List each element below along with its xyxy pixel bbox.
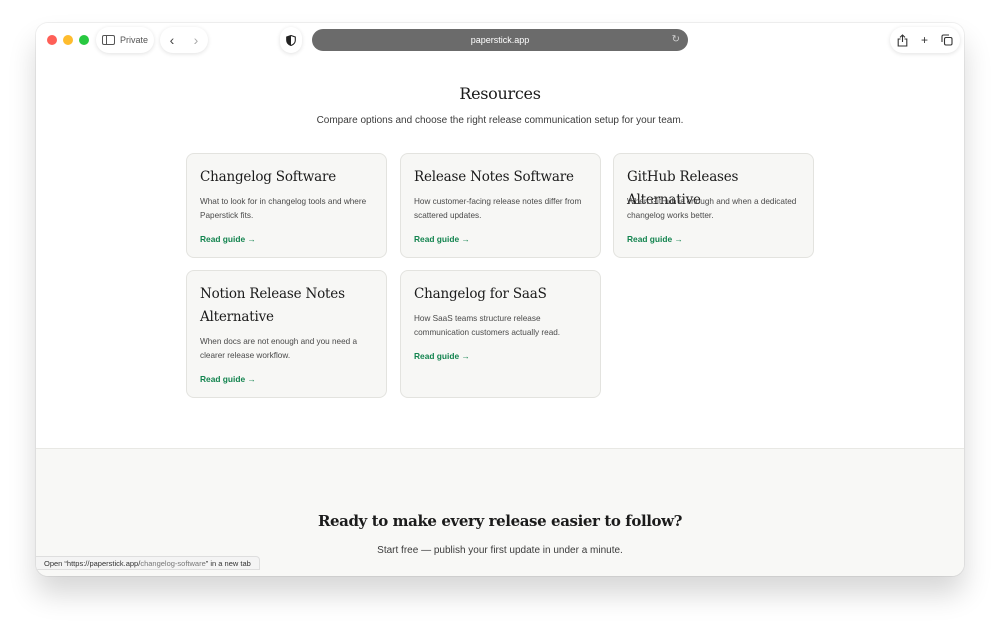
read-guide-link[interactable]: Read guide → [627,234,683,244]
new-tab-plus-icon[interactable]: + [921,34,928,46]
private-label: Private [120,35,149,45]
card-description: How customer-facing release notes differ… [414,197,582,220]
resource-card-notion-release-notes-alternative[interactable]: Notion Release Notes Alternative When do… [186,270,387,398]
forward-chevron-icon[interactable]: › [194,33,199,47]
read-guide-link[interactable]: Read guide → [414,351,470,361]
address-bar[interactable]: paperstick.app ↻ [312,29,688,51]
read-guide-link[interactable]: Read guide → [200,234,256,244]
back-chevron-icon[interactable]: ‹ [170,33,175,47]
url-text: paperstick.app [470,35,530,45]
status-path: changelog-software [140,559,206,568]
close-window-button[interactable] [47,35,57,45]
card-description: How SaaS teams structure release communi… [414,314,561,337]
resources-subtitle: Compare options and choose the right rel… [316,115,684,126]
toolbar-actions: + [890,27,960,53]
link-status-bar: Open “https://paperstick.app/changelog-s… [36,556,260,570]
card-title: Release Notes Software [414,169,574,185]
status-suffix: ” in a new tab [205,559,251,568]
sidebar-toggle-button[interactable]: Private [96,27,154,53]
card-description: When GitHub is enough and when a dedicat… [627,197,797,220]
share-icon[interactable] [897,33,908,47]
tab-overview-icon[interactable] [941,34,953,46]
shield-icon [286,34,296,46]
read-guide-link[interactable]: Read guide → [200,374,256,384]
read-guide-link[interactable]: Read guide → [414,234,470,244]
browser-toolbar: Private ‹ › paperstick.app ↻ + [36,23,964,59]
sidebar-icon [102,35,115,45]
navigation-buttons: ‹ › [160,27,208,53]
card-title: Notion Release Notes Alternative [200,286,345,325]
resource-card-changelog-software[interactable]: Changelog Software What to look for in c… [186,153,387,258]
privacy-report-button[interactable] [280,27,302,53]
browser-window: Private ‹ › paperstick.app ↻ + Resources… [36,23,964,576]
status-prefix: Open “https://paperstick.app/ [44,559,141,568]
cta-heading: Ready to make every release easier to fo… [317,512,683,530]
resources-heading: Resources [459,84,541,103]
resource-card-github-releases-alternative[interactable]: GitHub Releases Alternative When GitHub … [613,153,814,258]
card-description: When docs are not enough and you need a … [200,337,358,360]
resource-card-changelog-for-saas[interactable]: Changelog for SaaS How SaaS teams struct… [400,270,601,398]
card-description: What to look for in changelog tools and … [200,197,367,220]
reload-icon[interactable]: ↻ [672,34,680,45]
minimize-window-button[interactable] [63,35,73,45]
cta-subtitle: Start free — publish your first update i… [377,545,623,556]
card-title: Changelog Software [200,169,337,185]
resource-card-release-notes-software[interactable]: Release Notes Software How customer-faci… [400,153,601,258]
zoom-window-button[interactable] [79,35,89,45]
card-title: Changelog for SaaS [414,286,547,302]
